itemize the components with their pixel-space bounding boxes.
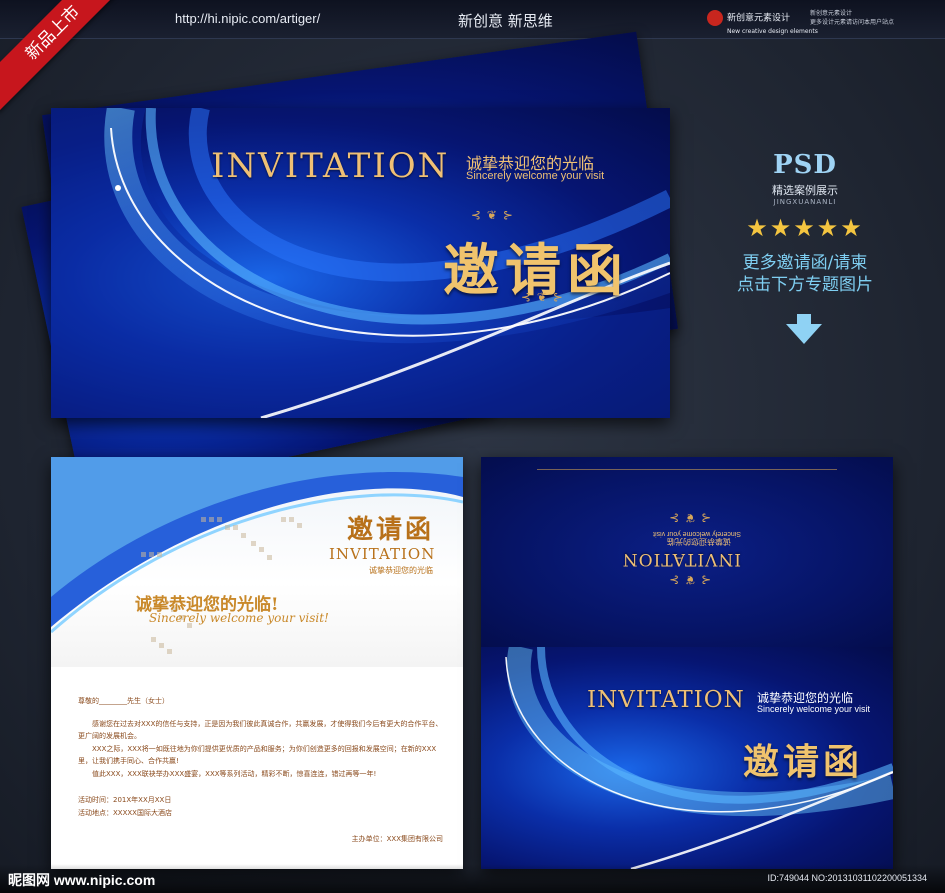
letter-host: 主办单位：XXX集团有限公司: [351, 835, 443, 843]
ornament-top-icon: ⊰ ❦ ⊱: [471, 208, 514, 222]
letter-paragraph-2: XXX之际，XXX将一如既往地为你们提供更优质的产品和服务；为你们创造更多的回报…: [78, 744, 437, 766]
rating-stars-icon: ★★★★★: [746, 214, 864, 242]
inside-invitation-card[interactable]: ⊰ ❦ ⊱ INVITATION 诚挚恭迎您的光临 Sincerely welc…: [481, 457, 893, 869]
letter-paragraph-3: 值此XXX，XXX联袂举办XXX盛宴，XXX等系列活动，精彩不断，惊喜连连，错过…: [92, 769, 377, 778]
more-invitations-link[interactable]: 更多邀请函/请柬 点击下方专题图片: [700, 252, 910, 296]
psd-label: PSD: [773, 150, 837, 180]
letter-greeting: 尊敬的________先生（女士）: [78, 697, 169, 705]
inside-top-half: ⊰ ❦ ⊱ INVITATION 诚挚恭迎您的光临 Sincerely welc…: [481, 457, 893, 647]
flipped-welcome-en: Sincerely welcome your visit: [653, 530, 741, 537]
letter-title-cn: 邀请函: [347, 515, 435, 545]
brand-name-en: New creative design elements: [727, 28, 818, 35]
flipped-title-en: INVITATION: [621, 549, 741, 569]
ornament-bottom-icon: ⊰ ❦ ⊱: [521, 290, 564, 304]
letter-body: 尊敬的________先生（女士） 感谢您在过去对XXX的信任与支持，正是因为我…: [78, 695, 443, 846]
slogan: 新创意 新思维: [458, 12, 553, 30]
site-url-link[interactable]: http://hi.nipic.com/artiger/: [175, 11, 320, 26]
letter-paragraph-1: 感谢您在过去对XXX的信任与支持，正是因为我们彼此真诚合作，共赢发展，才使得我们…: [78, 719, 443, 741]
down-arrow-icon: [786, 324, 822, 344]
letter-welcome-script: Sincerely welcome your visit!: [149, 611, 329, 625]
inside-title-cn: 邀请函: [743, 741, 864, 783]
more-line-2: 点击下方专题图片: [737, 275, 873, 295]
letter-title-en: INVITATION: [329, 545, 436, 563]
brand-icon: [707, 10, 723, 26]
brand-logo[interactable]: 新创意元素设计 New creative design elements: [707, 10, 818, 37]
featured-cases-label: 精选案例展示: [772, 184, 838, 197]
letter-time: 活动时间：201X年XX月XX日: [78, 796, 172, 804]
top-bar: http://hi.nipic.com/artiger/ 新创意 新思维 新创意…: [0, 0, 945, 39]
watermark-site: 昵图网 www.nipic.com: [8, 872, 156, 888]
featured-cases-en: JINGXUANANLI: [773, 198, 837, 206]
more-line-1: 更多邀请函/请柬: [742, 253, 868, 273]
inside-title-en: INVITATION: [587, 687, 745, 713]
invitation-title-en: INVITATION: [211, 146, 450, 186]
side-panel: PSD 精选案例展示 JINGXUANANLI ★★★★★ 更多邀请函/请柬 点…: [700, 150, 910, 296]
letter-welcome-small: 诚挚恭迎您的光临: [369, 566, 433, 575]
watermark-bar: 昵图网 www.nipic.com ID:749044 NO:201310311…: [0, 864, 945, 893]
flipped-ornament-icon: ⊰ ❦ ⊱: [668, 573, 711, 587]
brand-info-line2: 更多设计元素请访问本用户站点: [810, 19, 895, 26]
brand-name: 新创意元素设计: [727, 13, 791, 24]
brand-info-line1: 新创意元素设计: [810, 10, 853, 17]
flipped-text-group: ⊰ ❦ ⊱ INVITATION 诚挚恭迎您的光临 Sincerely welc…: [481, 457, 893, 647]
welcome-en: Sincerely welcome your visit: [466, 170, 605, 182]
main-invitation-card[interactable]: INVITATION 诚挚恭迎您的光临 Sincerely welcome yo…: [51, 108, 670, 418]
inside-bottom-half: INVITATION 诚挚恭迎您的光临 Sincerely welcome yo…: [481, 647, 893, 869]
watermark-id: ID:749044 NO:20131031102200051334: [767, 873, 927, 883]
invitation-letter-card[interactable]: 邀请函 INVITATION 诚挚恭迎您的光临 诚挚恭迎您的光临! Sincer…: [51, 457, 463, 869]
letter-place: 活动地点：XXXXX国际大酒店: [78, 808, 172, 817]
inside-welcome-en: Sincerely welcome your visit: [757, 704, 871, 714]
flipped-welcome-cn: 诚挚恭迎您的光临: [667, 537, 731, 546]
flipped-ornament-bottom-icon: ⊰ ❦ ⊱: [668, 511, 711, 525]
down-arrow-stem: [797, 314, 811, 324]
brand-info: 新创意元素设计 更多设计元素请访问本用户站点: [810, 9, 894, 27]
